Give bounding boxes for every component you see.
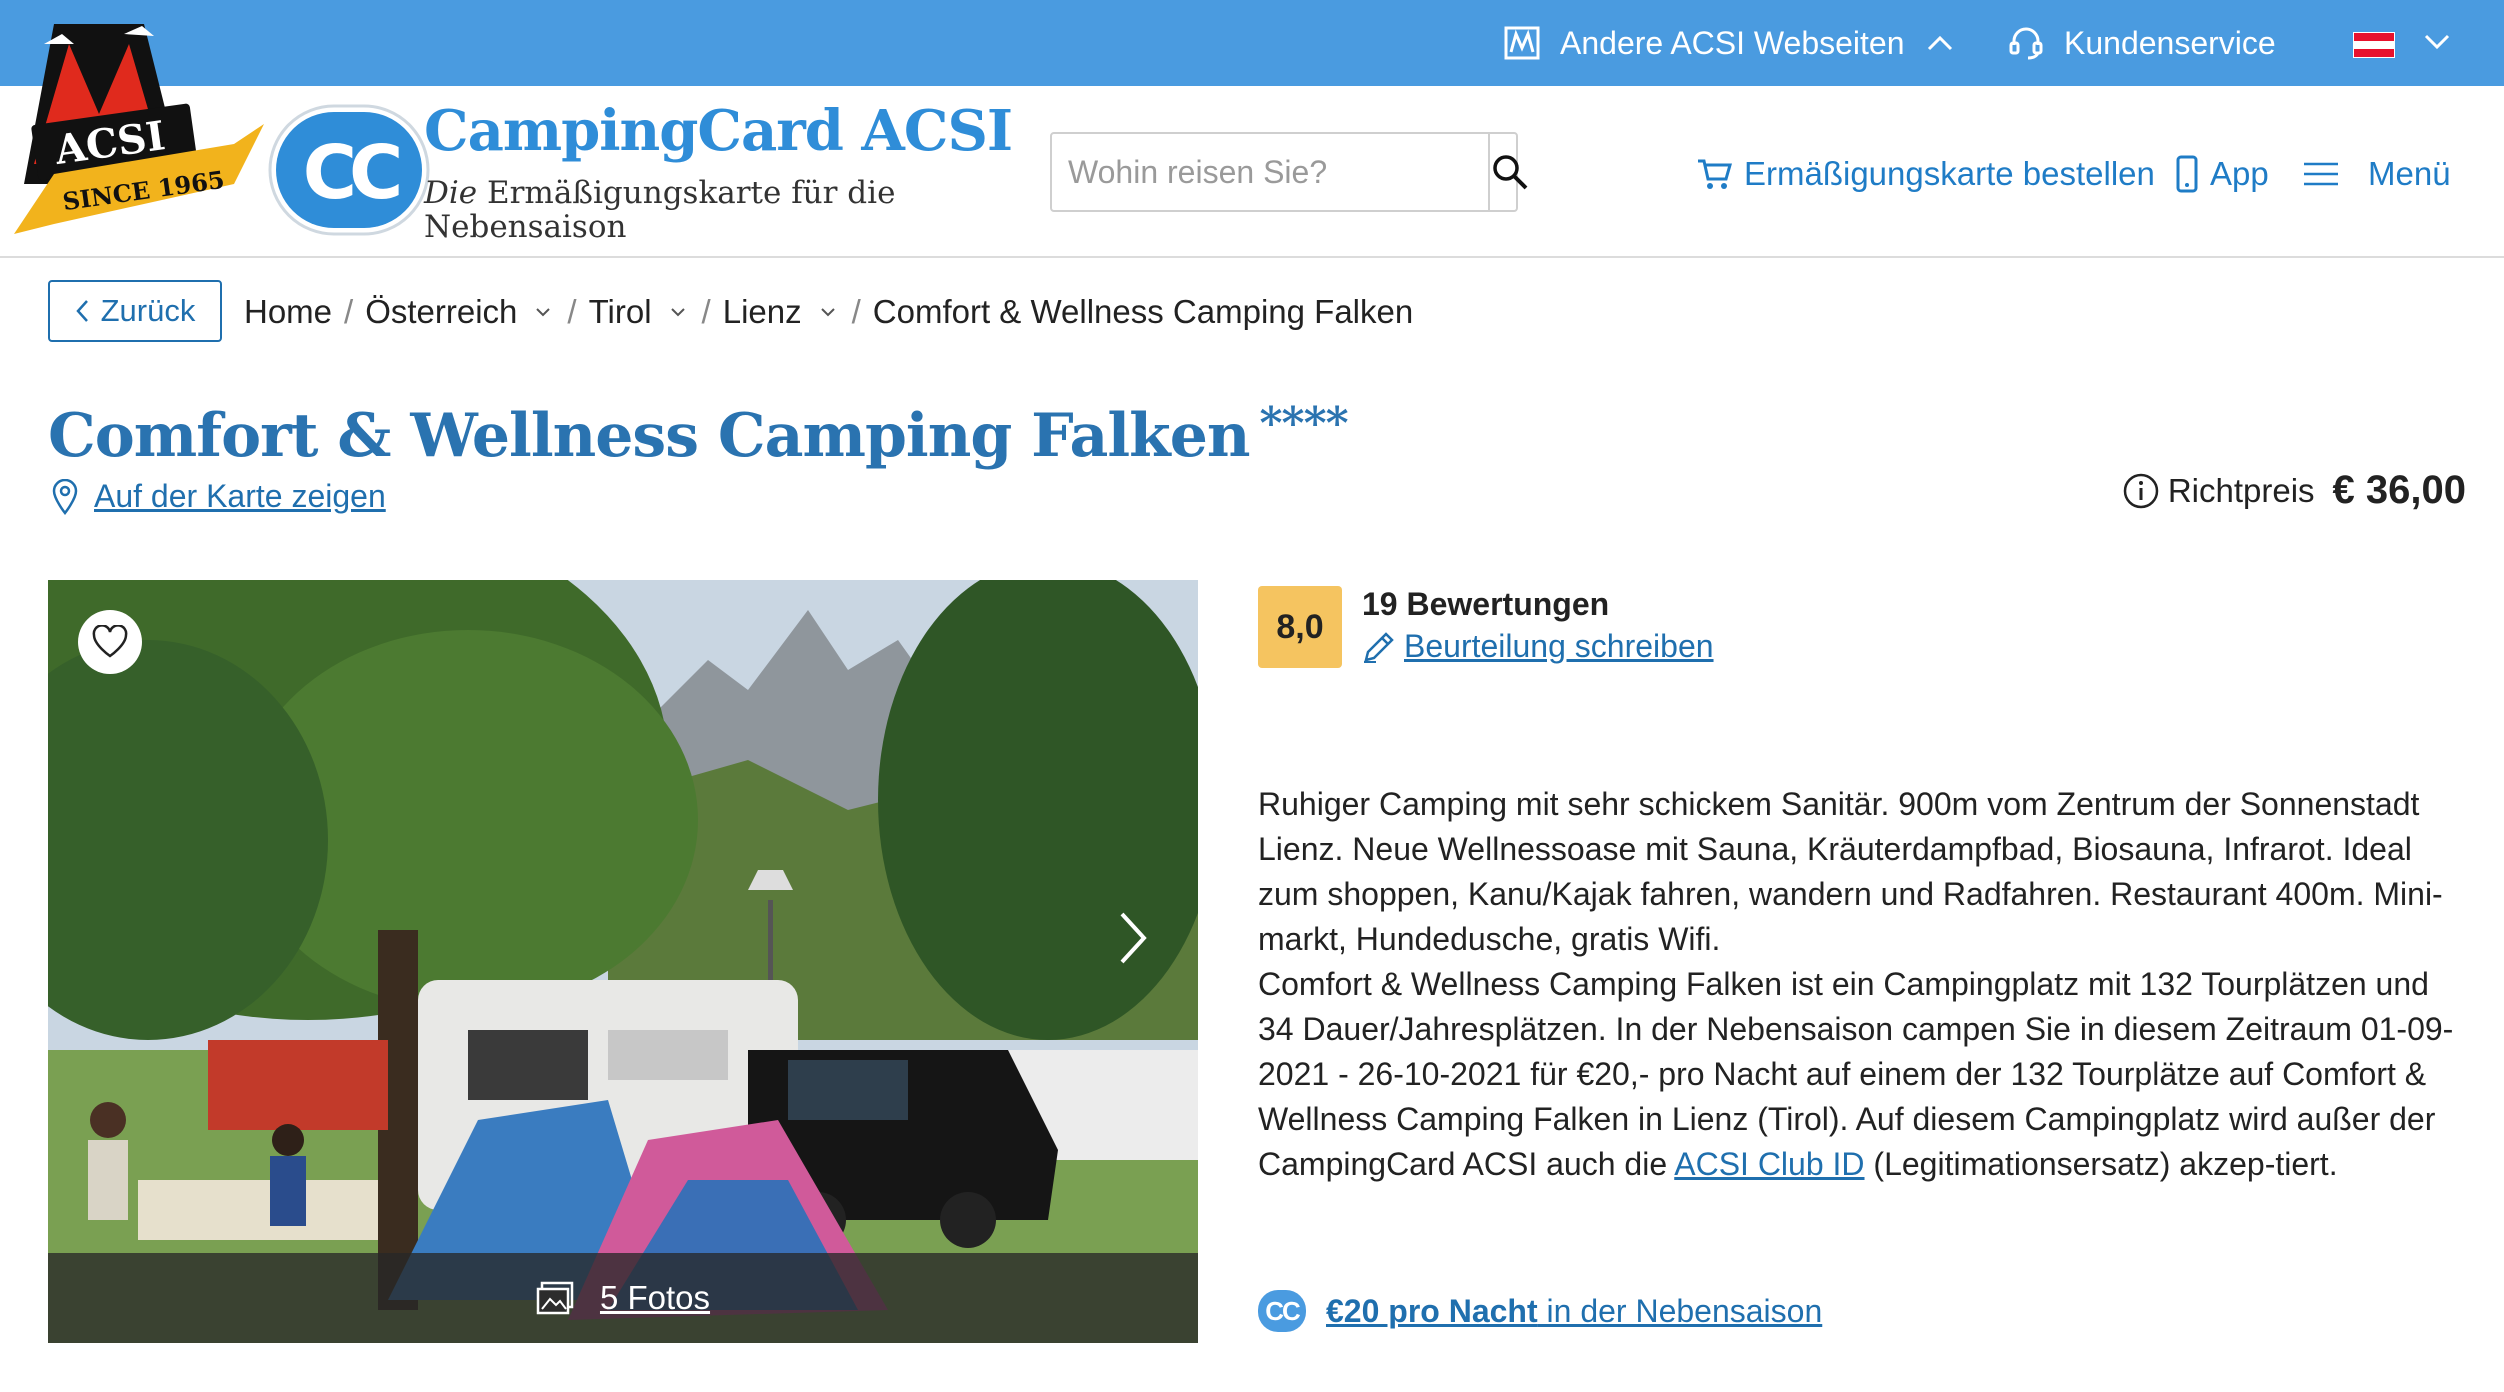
description-paragraph-1: Ruhiger Camping mit sehr schickem Sanitä…: [1258, 786, 2443, 957]
heart-icon: [92, 625, 128, 658]
campsite-description: Ruhiger Camping mit sehr schickem Sanitä…: [1258, 782, 2458, 1187]
price-label: Richtpreis: [2167, 471, 2315, 509]
acsi-logo[interactable]: ACSI SINCE 1965: [14, 14, 264, 244]
campingcard-offer-link[interactable]: CC €20 pro Nacht in der Nebensaison: [1258, 1290, 1822, 1332]
brand-tagline: Die Ermäßigungskarte für die Nebensaison: [424, 176, 924, 244]
page-title: Comfort & Wellness Camping Falken ****: [48, 398, 1349, 471]
acsi-club-id-link[interactable]: ACSI Club ID: [1674, 1146, 1864, 1182]
show-on-map-label: Auf der Karte zeigen: [94, 478, 386, 514]
app-link[interactable]: App: [2176, 148, 2269, 200]
photo-count-label: 5 Fotos: [599, 1279, 711, 1316]
offer-rest: in der Nebensaison: [1537, 1292, 1823, 1329]
price-block: Richtpreis € 36,00: [2122, 468, 2466, 513]
image-gallery-icon: [536, 1281, 574, 1315]
offer-label: €20 pro Nacht in der Nebensaison: [1326, 1293, 1822, 1330]
breadcrumb-separator: /: [701, 293, 711, 330]
breadcrumb-separator: /: [344, 293, 354, 330]
cc-logo-text: CC: [303, 130, 399, 216]
order-card-label: Ermäßigungskarte bestellen: [1744, 155, 2155, 192]
write-review-label: Beurteilung schreiben: [1404, 628, 1714, 664]
chevron-up-icon: [1927, 35, 1952, 51]
cart-icon: [1698, 159, 1732, 189]
campingcard-cc-icon: CC: [1258, 1290, 1306, 1332]
brand-tagline-em: Die: [424, 175, 478, 211]
search-input[interactable]: [1052, 134, 1488, 210]
map-pin-icon: [52, 478, 78, 515]
order-card-link[interactable]: Ermäßigungskarte bestellen: [1696, 148, 2155, 200]
search-button[interactable]: [1488, 134, 1530, 210]
breadcrumb: Home / Österreich / Tirol / Lienz / Comf…: [244, 284, 1413, 340]
star-rating: ****: [1259, 398, 1349, 449]
campingcard-cc-logo[interactable]: CC: [268, 104, 430, 236]
back-button[interactable]: Zurück: [48, 280, 222, 342]
description-paragraph-2: Comfort & Wellness Camping Falken ist ei…: [1258, 966, 2454, 1182]
chevron-down-icon[interactable]: [670, 307, 686, 317]
chevron-left-icon: [75, 300, 88, 322]
write-review-link[interactable]: Beurteilung schreiben: [1362, 628, 1714, 665]
next-photo-button[interactable]: [1118, 910, 1148, 971]
smartphone-icon: [2176, 155, 2198, 193]
chevron-down-icon[interactable]: [535, 307, 551, 317]
other-acsi-sites-menu[interactable]: Andere ACSI Webseiten: [1504, 0, 1953, 86]
customer-service-link[interactable]: Kundenservice: [2008, 0, 2276, 86]
headset-icon: [2009, 27, 2043, 60]
breadcrumb-separator: /: [851, 293, 861, 330]
menu-label: Menü: [2368, 155, 2451, 192]
pencil-icon: [1364, 631, 1394, 663]
language-flag-icon[interactable]: [2353, 32, 2395, 58]
other-acsi-sites-label: Andere ACSI Webseiten: [1560, 24, 1905, 61]
info-icon[interactable]: [2122, 472, 2160, 510]
reviews-count[interactable]: 19 Bewertungen: [1362, 586, 1609, 623]
breadcrumb-item-city[interactable]: Lienz: [723, 293, 802, 331]
top-bar: Andere ACSI Webseiten Kundenservice: [0, 0, 2504, 86]
photo-count-bar[interactable]: 5 Fotos: [48, 1253, 1198, 1343]
hamburger-menu-icon: [2304, 162, 2338, 186]
breadcrumb-item-home[interactable]: Home: [244, 293, 332, 331]
search-icon: [1493, 155, 1528, 190]
back-button-label: Zurück: [100, 293, 196, 328]
campsite-photo: [48, 580, 1198, 1343]
menu-button[interactable]: Menü: [2304, 148, 2451, 200]
search-box: [1050, 132, 1528, 212]
campsite-name: Comfort & Wellness Camping Falken: [48, 401, 1251, 471]
show-on-map-link[interactable]: Auf der Karte zeigen: [52, 478, 386, 515]
breadcrumb-item-country[interactable]: Österreich: [365, 293, 517, 331]
app-label: App: [2210, 155, 2269, 192]
breadcrumb-item-current: Comfort & Wellness Camping Falken: [872, 293, 1414, 330]
campsite-photo-gallery[interactable]: 5 Fotos: [48, 580, 1198, 1343]
rating-badge: 8,0: [1258, 586, 1342, 668]
language-chevron-down-icon[interactable]: [2424, 34, 2450, 50]
chevron-right-icon: [1120, 912, 1147, 964]
chevron-down-icon[interactable]: [820, 307, 836, 317]
brand-tagline-rest: Ermäßigungskarte für die Nebensaison: [424, 175, 896, 245]
brand-name[interactable]: CampingCard ACSI: [424, 98, 1013, 164]
acsi-sites-icon: [1504, 26, 1540, 60]
breadcrumb-separator: /: [567, 293, 577, 330]
offer-price: €20 pro Nacht: [1326, 1292, 1538, 1329]
customer-service-label: Kundenservice: [2064, 24, 2276, 61]
price-value: € 36,00: [2332, 468, 2466, 512]
favorite-button[interactable]: [78, 610, 142, 674]
breadcrumb-item-region[interactable]: Tirol: [589, 293, 652, 331]
